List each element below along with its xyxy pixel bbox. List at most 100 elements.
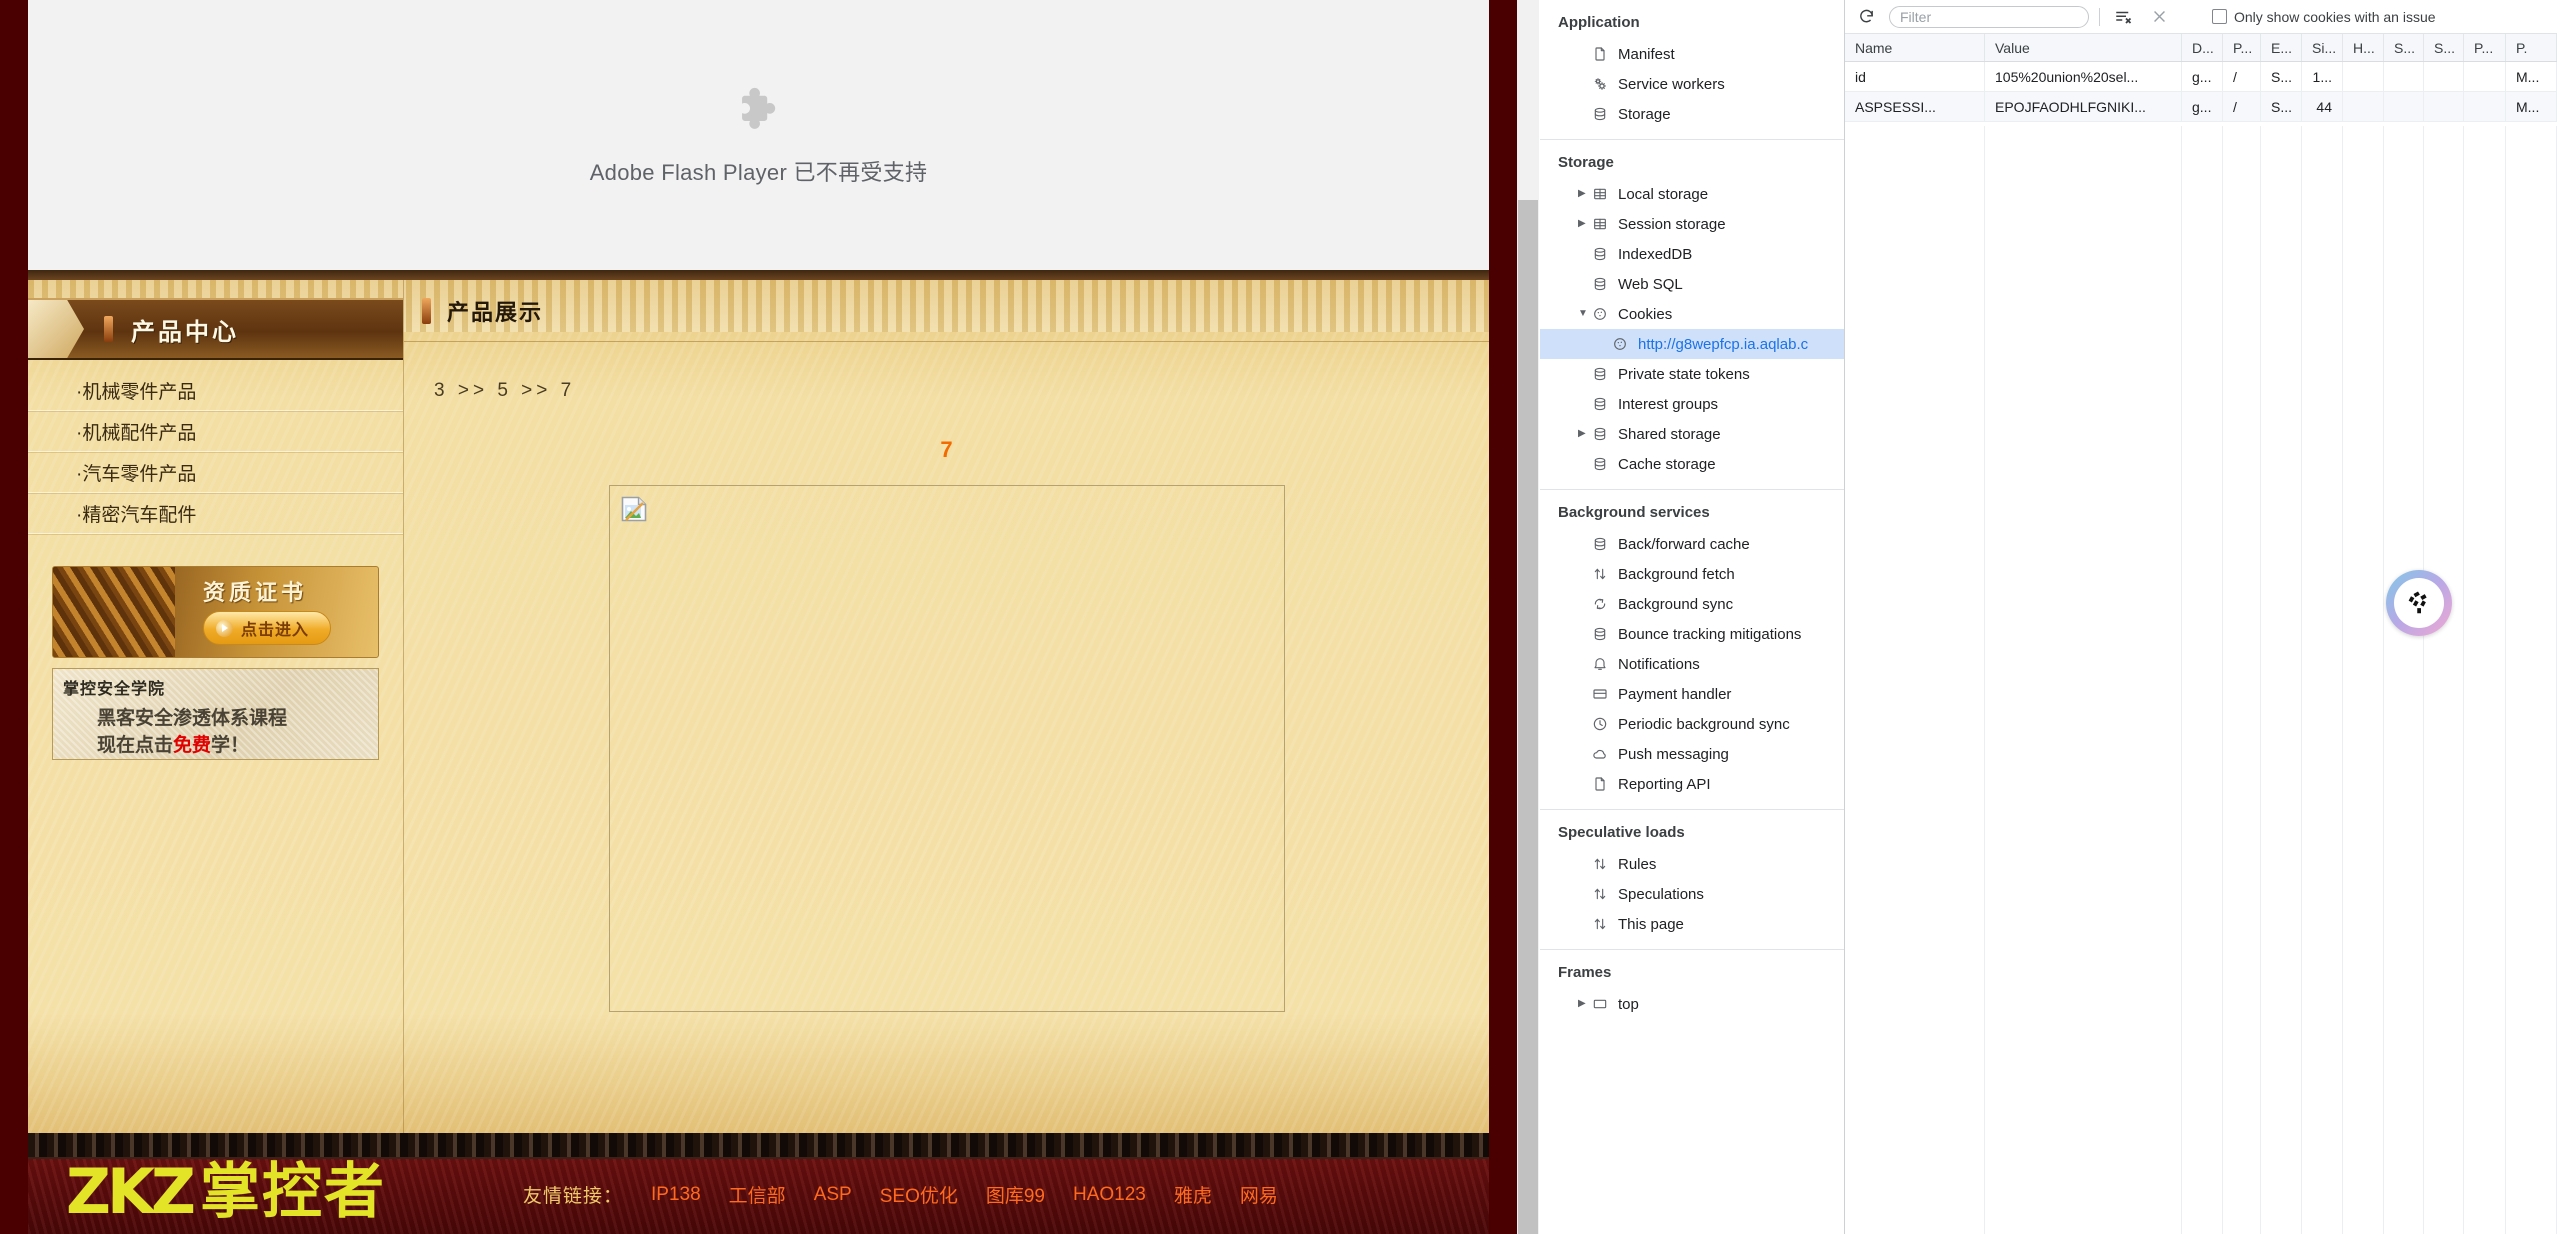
sidebar-item-notifications[interactable]: Notifications <box>1540 649 1844 679</box>
chevron-right-icon[interactable]: ▶ <box>1578 429 1592 439</box>
page-right-margin <box>1489 0 1517 1234</box>
column-header[interactable]: S... <box>2384 34 2424 61</box>
footer-ornament <box>28 1133 1489 1159</box>
chevron-right-icon[interactable]: ▶ <box>1578 999 1592 1009</box>
sidebar-item-bounce-tracking-mitigations[interactable]: Bounce tracking mitigations <box>1540 619 1844 649</box>
certificate-banner-image <box>53 567 175 657</box>
sidebar-item-http-g8wepfcp-ia-aqlab-c[interactable]: http://g8wepfcp.ia.aqlab.c <box>1540 329 1844 359</box>
sidebar-item-cookies[interactable]: ▼ Cookies <box>1540 299 1844 329</box>
table-cell: M... <box>2506 92 2557 121</box>
filter-input[interactable] <box>1889 5 2089 28</box>
site-logo-text: 掌控者 <box>199 1158 386 1225</box>
sidebar-item-service-workers[interactable]: Service workers <box>1540 69 1844 99</box>
sidebar-item-label: Periodic background sync <box>1618 715 1790 733</box>
refresh-icon[interactable] <box>1853 4 1879 30</box>
arrows-updown-icon <box>1592 886 1618 902</box>
sidebar-item-private-state-tokens[interactable]: Private state tokens <box>1540 359 1844 389</box>
chevron-right-icon[interactable]: ▶ <box>1578 219 1592 229</box>
devtools-section-background-services: Background services Back/forward cache Bac… <box>1540 490 1844 810</box>
sidebar-item-periodic-background-sync[interactable]: Periodic background sync <box>1540 709 1844 739</box>
friendly-link-tuku99[interactable]: 图库99 <box>986 1181 1045 1208</box>
arrows-updown-icon <box>1592 856 1618 872</box>
sidebar-item-background-fetch[interactable]: Background fetch <box>1540 559 1844 589</box>
column-header[interactable]: P. <box>2506 34 2557 61</box>
sidebar-item-web-sql[interactable]: Web SQL <box>1540 269 1844 299</box>
sidebar-item-mechanical-parts[interactable]: ·机械零件产品 <box>28 370 403 411</box>
column-header[interactable]: Value <box>1985 34 2182 61</box>
sidebar-item-label: Session storage <box>1618 215 1726 233</box>
course-ad-banner[interactable]: 掌控安全学院 黑客安全渗透体系课程 现在点击免费学！ <box>52 668 379 760</box>
sidebar-item-label: Cookies <box>1618 305 1673 323</box>
friendly-link-yahoo[interactable]: 雅虎 <box>1174 1181 1212 1208</box>
friendly-link-asp[interactable]: ASP <box>814 1184 852 1206</box>
column-header[interactable]: P... <box>2223 34 2261 61</box>
friendly-link-miit[interactable]: 工信部 <box>729 1181 786 1208</box>
column-header[interactable]: P... <box>2464 34 2506 61</box>
table-cell <box>2424 62 2464 91</box>
sidebar-item-precision-auto-accessories[interactable]: ·精密汽车配件 <box>28 493 403 534</box>
friendly-link-ip138[interactable]: IP138 <box>651 1184 701 1206</box>
table-cell: M... <box>2506 62 2557 91</box>
sidebar-item-this-page[interactable]: This page <box>1540 909 1844 939</box>
friendly-link-seo[interactable]: SEO优化 <box>880 1181 958 1208</box>
table-row[interactable]: id 105%20union%20sel... g... / S... 1... M... <box>1845 62 2557 92</box>
sidebar-item-push-messaging[interactable]: Push messaging <box>1540 739 1844 769</box>
column-header[interactable]: S... <box>2424 34 2464 61</box>
content-header: 产品展示 <box>404 280 1489 342</box>
table-icon <box>1592 216 1618 232</box>
sidebar-item-label: Background sync <box>1618 595 1734 613</box>
page-scrollbar-thumb[interactable] <box>1518 200 1538 1234</box>
devtools-application-sidebar[interactable]: Application Manifest Service workers Storag… <box>1540 0 1845 1234</box>
sidebar-item-storage[interactable]: Storage <box>1540 99 1844 129</box>
sidebar-item-session-storage[interactable]: ▶ Session storage <box>1540 209 1844 239</box>
sidebar-item-back-forward-cache[interactable]: Back/forward cache <box>1540 529 1844 559</box>
column-header[interactable]: E... <box>2261 34 2302 61</box>
column-header[interactable]: Si... <box>2302 34 2343 61</box>
sidebar-item-label: Web SQL <box>1618 275 1683 293</box>
close-icon[interactable] <box>2146 4 2172 30</box>
friendly-link-netease[interactable]: 网易 <box>1240 1181 1278 1208</box>
certificate-enter-button[interactable]: 点击进入 <box>203 611 331 645</box>
cookies-table[interactable]: Name Value D... P... E... Si... H... S... S... P.… <box>1845 34 2557 122</box>
product-id-text: 7 <box>940 437 953 462</box>
sidebar-item-auto-parts[interactable]: ·汽车零件产品 <box>28 452 403 493</box>
sidebar-item-top[interactable]: ▶ top <box>1540 989 1844 1019</box>
clock-icon <box>1592 716 1618 732</box>
certificate-banner[interactable]: 资质证书 点击进入 <box>52 566 379 658</box>
column-header[interactable]: H... <box>2343 34 2384 61</box>
sidebar-item-label: top <box>1618 995 1639 1013</box>
sidebar-item-rules[interactable]: Rules <box>1540 849 1844 879</box>
sidebar-item-local-storage[interactable]: ▶ Local storage <box>1540 179 1844 209</box>
chevron-right-icon[interactable]: ▶ <box>1578 189 1592 199</box>
only-issues-checkbox[interactable]: Only show cookies with an issue <box>2212 9 2436 25</box>
sidebar-item-cache-storage[interactable]: Cache storage <box>1540 449 1844 479</box>
column-header[interactable]: Name <box>1845 34 1985 61</box>
clear-filtered-icon[interactable] <box>2110 4 2136 30</box>
sidebar-item-background-sync[interactable]: Background sync <box>1540 589 1844 619</box>
course-ad-brand: 掌控安全学院 <box>63 681 166 698</box>
table-cell: ASPSESSI... <box>1845 92 1985 121</box>
tri-blade-badge-icon[interactable] <box>2386 570 2452 636</box>
site-logo[interactable]: ZKZ 掌控者 <box>66 1161 386 1223</box>
sidebar-item-shared-storage[interactable]: ▶ Shared storage <box>1540 419 1844 449</box>
database-icon <box>1592 106 1618 122</box>
course-ad-line2: 现在点击免费学！ <box>63 730 368 757</box>
database-icon <box>1592 456 1618 472</box>
friendly-link-hao123[interactable]: HAO123 <box>1073 1184 1146 1206</box>
sidebar-item-label: http://g8wepfcp.ia.aqlab.c <box>1638 335 1809 353</box>
sidebar-item-reporting-api[interactable]: Reporting API <box>1540 769 1844 799</box>
table-cell <box>2424 92 2464 121</box>
column-header[interactable]: D... <box>2182 34 2223 61</box>
table-row[interactable]: ASPSESSI... EPOJFAODHLFGNIKI... g... / S... 4… <box>1845 92 2557 122</box>
sidebar-item-payment-handler[interactable]: Payment handler <box>1540 679 1844 709</box>
checkbox-box-icon[interactable] <box>2212 9 2227 24</box>
chevron-down-icon[interactable]: ▼ <box>1578 309 1592 319</box>
sidebar-item-mechanical-accessories[interactable]: ·机械配件产品 <box>28 411 403 452</box>
database-icon <box>1592 246 1618 262</box>
sidebar-item-manifest[interactable]: Manifest <box>1540 39 1844 69</box>
sync-icon <box>1592 596 1618 612</box>
sidebar-item-indexeddb[interactable]: IndexedDB <box>1540 239 1844 269</box>
sidebar-item-interest-groups[interactable]: Interest groups <box>1540 389 1844 419</box>
sidebar-item-speculations[interactable]: Speculations <box>1540 879 1844 909</box>
table-cell: / <box>2223 92 2261 121</box>
